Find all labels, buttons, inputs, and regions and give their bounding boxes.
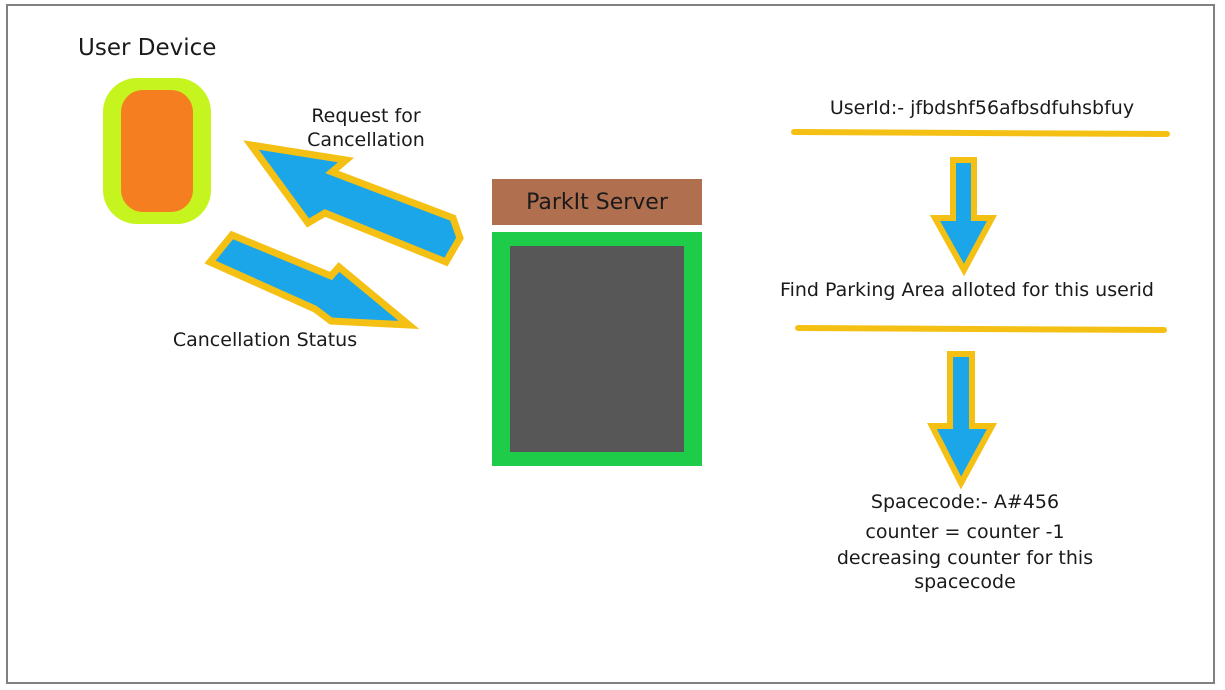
- server-header: ParkIt Server: [492, 179, 702, 225]
- status-arrow: [204, 230, 420, 330]
- request-arrow: [243, 140, 464, 267]
- server-screen: [510, 246, 684, 452]
- down-arrow-2: [927, 351, 998, 490]
- request-label-text: Request for Cancellation: [307, 105, 425, 151]
- server-body: [492, 232, 702, 466]
- user-device-label: User Device: [78, 35, 217, 61]
- server-title: ParkIt Server: [526, 189, 668, 215]
- counter-text: counter = counter -1: [865, 521, 1065, 543]
- spacecode-text: Spacecode:- A#456: [870, 491, 1060, 513]
- userid-text: UserId:- jfbdshf56afbsdfuhsbfuy: [829, 97, 1135, 119]
- request-label: Request for Cancellation: [266, 104, 466, 152]
- user-device: [103, 78, 211, 224]
- down-arrow-1: [929, 157, 998, 277]
- userid-underline: [791, 129, 1170, 137]
- find-underline: [795, 325, 1167, 333]
- decreasing-counter-text: decreasing counter for this spacecode: [836, 547, 1094, 593]
- cancellation-status-label: Cancellation Status: [172, 329, 358, 351]
- find-parking-text: Find Parking Area alloted for this useri…: [780, 279, 1154, 301]
